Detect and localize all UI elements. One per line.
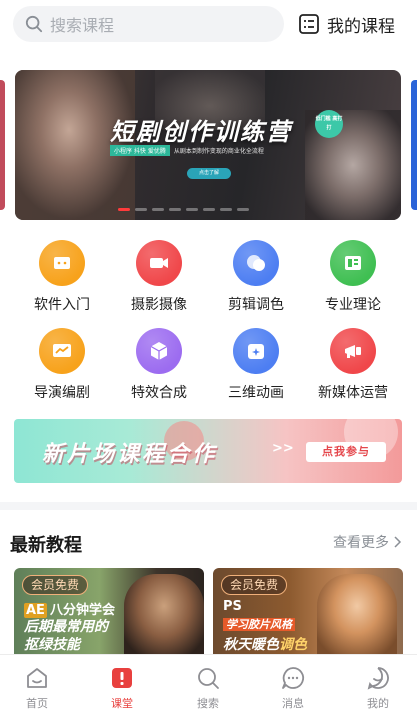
category-item[interactable]: 新媒体运营: [305, 328, 401, 408]
3d-icon: [248, 344, 264, 359]
tab-label: 搜索: [197, 697, 219, 710]
home-icon: [27, 668, 47, 688]
director-icon: [53, 344, 71, 357]
banner-next-peek[interactable]: [411, 80, 417, 210]
category-icon-wrap: [39, 240, 85, 286]
category-label: 摄影摄像: [131, 297, 187, 313]
theory-icon: [345, 256, 361, 270]
banner-desc: 从剧本到制作变现的商业化全流程: [173, 147, 264, 155]
banner-subtitle: 小程序 抖快 爱优腾 从剧本到制作变现的商业化全流程: [110, 144, 264, 156]
category-icon-wrap: [233, 240, 279, 286]
banner-prev-peek[interactable]: [0, 80, 5, 210]
carousel-dot[interactable]: [220, 208, 232, 211]
message-icon: [282, 667, 305, 689]
carousel-dot[interactable]: [118, 208, 130, 211]
search-icon: [25, 15, 43, 33]
search-icon: [198, 668, 219, 689]
tab-label: 我的: [367, 697, 389, 710]
course-tag: PS: [223, 599, 242, 614]
tab-search[interactable]: 搜索: [178, 665, 238, 711]
banner-cta-button[interactable]: 点击了解: [187, 168, 231, 179]
course-line-3-text: 秋天暖色: [223, 637, 279, 653]
vfx-icon: [150, 342, 168, 360]
profile-icon: [367, 667, 389, 690]
category-icon-wrap: [233, 328, 279, 374]
course-list-icon: [299, 14, 319, 34]
course-line-3: 秋天暖色调色: [223, 634, 307, 654]
promo-title: 新片场课程合作: [42, 442, 218, 467]
banner-tags: 小程序 抖快 爱优腾: [110, 144, 170, 156]
course-card[interactable]: 会员免费 AE 八分钟学会 后期最常用的 抠绿技能: [14, 568, 204, 654]
software-icon: [54, 257, 70, 269]
carousel-dot[interactable]: [237, 208, 249, 211]
promo-banner[interactable]: 新片场课程合作 >> 点我参与: [14, 419, 402, 483]
edit-color-icon: [247, 255, 265, 271]
category-item[interactable]: 特效合成: [111, 328, 207, 408]
course-highlight: 学习胶片风格: [223, 618, 295, 631]
category-label: 软件入门: [34, 297, 90, 313]
course-card[interactable]: 会员免费 PS 学习胶片风格 秋天暖色调色: [213, 568, 403, 654]
carousel-indicator: [118, 208, 249, 211]
tab-label: 课堂: [111, 697, 133, 710]
category-icon-wrap: [330, 328, 376, 374]
camera-icon: [150, 258, 168, 268]
category-grid: 软件入门 摄影摄像 剪辑调色 专业理论导演编剧 特效合成 三维动画 新媒体运营: [0, 240, 417, 410]
banner-carousel: 低门槛 高打打 短剧创作训练营 小程序 抖快 爱优腾 从剧本到制作变现的商业化全…: [0, 70, 417, 220]
banner-badge: 低门槛 高打打: [315, 110, 343, 138]
view-more-label: 查看更多: [333, 535, 389, 551]
category-item[interactable]: 三维动画: [208, 328, 304, 408]
tab-label: 消息: [282, 697, 304, 710]
tab-label: 首页: [26, 697, 48, 710]
carousel-dot[interactable]: [203, 208, 215, 211]
carousel-dot[interactable]: [169, 208, 181, 211]
category-icon-wrap: [136, 328, 182, 374]
carousel-dot[interactable]: [152, 208, 164, 211]
media-icon: [345, 345, 361, 358]
course-thumbnail: [124, 574, 204, 654]
course-line-1: PS: [223, 599, 242, 614]
carousel-dot[interactable]: [186, 208, 198, 211]
course-line-2: 后期最常用的: [24, 619, 108, 635]
top-bar: 搜索课程 我的课程: [0, 0, 417, 50]
course-line-3: 抠绿技能: [24, 637, 80, 653]
carousel-dot[interactable]: [135, 208, 147, 211]
category-item[interactable]: 摄影摄像: [111, 240, 207, 320]
my-courses-label: 我的课程: [327, 16, 395, 37]
section-title: 最新教程: [10, 535, 82, 556]
course-line-3-accent: 调色: [279, 637, 307, 653]
category-item[interactable]: 剪辑调色: [208, 240, 304, 320]
category-label: 三维动画: [228, 385, 284, 401]
banner-title: 短剧创作训练营: [110, 118, 292, 146]
category-item[interactable]: 软件入门: [14, 240, 110, 320]
category-icon-wrap: [136, 240, 182, 286]
category-label: 剪辑调色: [228, 297, 284, 313]
category-label: 导演编剧: [34, 385, 90, 401]
course-thumbnail: [317, 574, 397, 654]
category-item[interactable]: 专业理论: [305, 240, 401, 320]
search-input[interactable]: 搜索课程: [13, 6, 284, 42]
view-more-link[interactable]: 查看更多: [333, 532, 402, 552]
course-line-2: 学习胶片风格: [223, 616, 295, 632]
category-label: 新媒体运营: [318, 385, 388, 401]
search-placeholder: 搜索课程: [50, 16, 115, 35]
member-free-badge: 会员免费: [22, 575, 89, 595]
promo-arrows: >>: [272, 441, 294, 456]
chevron-right-icon: [394, 536, 402, 548]
bottom-tab-bar: 首页 课堂 搜索 消息 我的: [0, 654, 417, 715]
my-courses-button[interactable]: 我的课程: [298, 10, 395, 38]
banner-slide[interactable]: 低门槛 高打打 短剧创作训练营 小程序 抖快 爱优腾 从剧本到制作变现的商业化全…: [15, 70, 401, 220]
category-icon-wrap: [39, 328, 85, 374]
tab-classroom[interactable]: 课堂: [92, 665, 152, 711]
promo-join-button[interactable]: 点我参与: [306, 442, 386, 462]
member-free-badge: 会员免费: [221, 575, 288, 595]
section-divider: [0, 502, 417, 510]
category-label: 特效合成: [131, 385, 187, 401]
category-label: 专业理论: [325, 297, 381, 313]
tab-messages[interactable]: 消息: [263, 665, 323, 711]
tab-home[interactable]: 首页: [7, 665, 67, 711]
category-icon-wrap: [330, 240, 376, 286]
category-item[interactable]: 导演编剧: [14, 328, 110, 408]
tab-profile[interactable]: 我的: [348, 665, 408, 711]
classroom-icon: [112, 668, 132, 688]
